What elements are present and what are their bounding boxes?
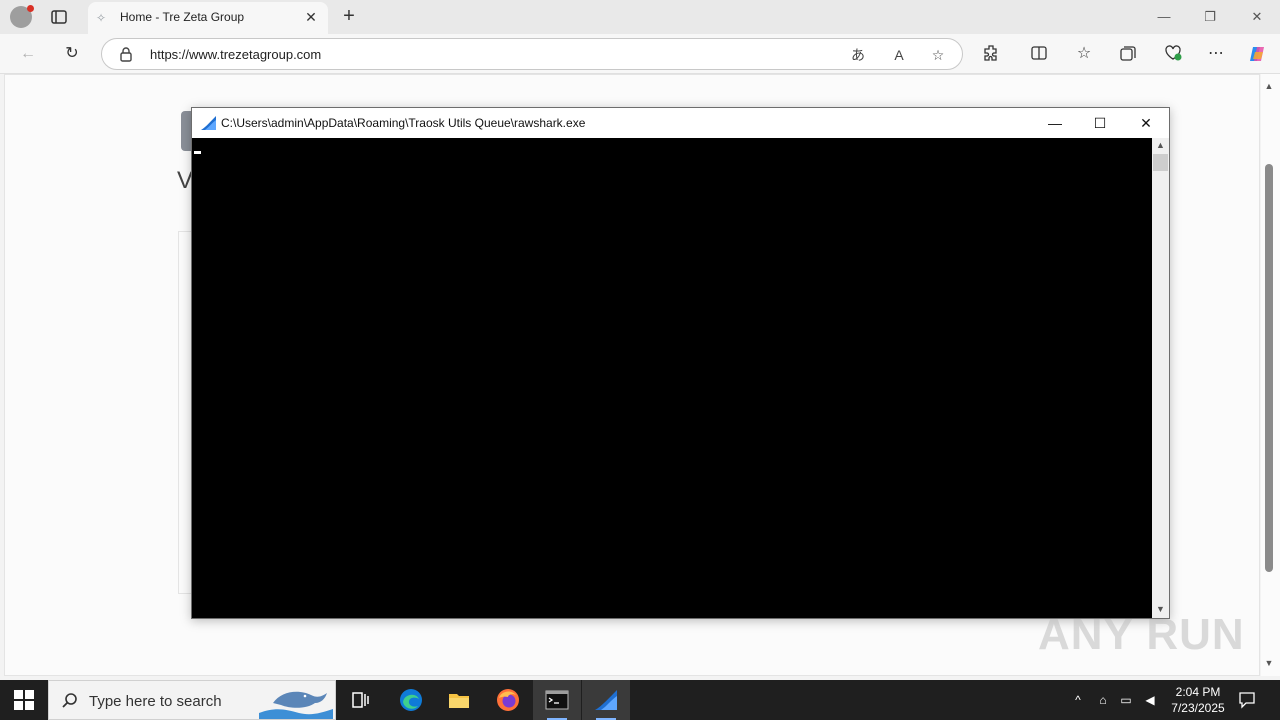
tray-chevron-up-icon[interactable]: ^ — [1070, 692, 1086, 708]
tray-device-icon[interactable]: ⌂ — [1095, 692, 1111, 708]
search-icon — [61, 692, 79, 710]
console-close-icon[interactable]: ✕ — [1135, 113, 1157, 133]
clock-time: 2:04 PM — [1175, 685, 1221, 699]
tab-favicon-icon: ✧ — [96, 11, 107, 25]
copilot-icon[interactable] — [1247, 44, 1267, 64]
console-output-area[interactable] — [192, 138, 1152, 618]
read-aloud-icon[interactable]: A — [889, 45, 909, 65]
taskbar: Type here to search ^ ⌂ ▭ ◀ 2:04 PM 7/23… — [0, 680, 1280, 720]
collections-icon[interactable] — [1118, 44, 1138, 64]
anyrun-watermark: ANY RUN — [1038, 610, 1245, 659]
network-icon[interactable]: ▭ — [1118, 692, 1134, 708]
taskbar-search-box[interactable]: Type here to search — [48, 680, 336, 720]
text-cursor — [194, 151, 201, 154]
tab-close-icon[interactable]: ✕ — [302, 8, 320, 26]
console-scrollbar[interactable]: ▲ ▼ — [1152, 138, 1169, 618]
favorites-icon[interactable]: ☆ — [1074, 44, 1094, 64]
clock-date: 7/23/2025 — [1171, 701, 1225, 715]
extensions-icon[interactable] — [981, 44, 1001, 64]
restore-icon[interactable]: ❐ — [1201, 8, 1219, 26]
more-options-icon[interactable]: ⋯ — [1206, 44, 1226, 64]
console-scroll-thumb[interactable] — [1153, 154, 1168, 171]
console-title-bar[interactable]: C:\Users\admin\AppData\Roaming\Traosk Ut… — [192, 108, 1169, 138]
tab-title: Home - Tre Zeta Group — [120, 10, 245, 24]
browser-toolbar: ← ↻ https://www.trezetagroup.com あ A ☆ ☆… — [0, 34, 1280, 74]
console-scroll-up-icon[interactable]: ▲ — [1152, 138, 1169, 152]
console-window[interactable]: C:\Users\admin\AppData\Roaming\Traosk Ut… — [191, 107, 1170, 619]
firefox-icon[interactable] — [484, 680, 532, 720]
url-text[interactable]: https://www.trezetagroup.com — [150, 47, 321, 62]
volume-icon[interactable]: ◀ — [1142, 692, 1158, 708]
new-tab-button[interactable]: + — [338, 5, 360, 27]
favorite-star-icon[interactable]: ☆ — [928, 45, 948, 65]
console-title: C:\Users\admin\AppData\Roaming\Traosk Ut… — [221, 116, 586, 130]
notifications-icon[interactable] — [1238, 691, 1256, 709]
browser-tab[interactable]: ✧ Home - Tre Zeta Group ✕ — [88, 2, 328, 34]
scroll-down-icon[interactable]: ▼ — [1263, 657, 1275, 669]
refresh-icon[interactable]: ↻ — [62, 44, 82, 64]
rawshark-taskbar-icon[interactable] — [582, 680, 630, 720]
console-maximize-icon[interactable]: ☐ — [1089, 113, 1111, 133]
page-scrollbar[interactable]: ▲ ▼ — [1261, 74, 1280, 676]
search-highlight-dolphin-icon — [255, 683, 335, 719]
search-placeholder: Type here to search — [89, 693, 222, 710]
address-bar[interactable]: https://www.trezetagroup.com あ A ☆ — [101, 38, 963, 70]
edge-taskbar-icon[interactable] — [387, 680, 435, 720]
translate-icon[interactable]: あ — [848, 45, 868, 65]
lock-icon[interactable] — [118, 46, 134, 62]
page-scroll-thumb[interactable] — [1265, 164, 1273, 572]
system-clock[interactable]: 2:04 PM 7/23/2025 — [1162, 684, 1234, 716]
console-minimize-icon[interactable]: — — [1044, 113, 1066, 133]
close-icon[interactable]: ✕ — [1248, 8, 1266, 26]
shark-fin-icon — [200, 115, 217, 131]
split-screen-icon[interactable] — [1029, 44, 1049, 64]
task-view-icon[interactable] — [336, 680, 384, 720]
profile-notification-dot — [27, 5, 34, 12]
browser-tab-strip: ✧ Home - Tre Zeta Group ✕ + — ❐ ✕ — [0, 0, 1280, 34]
minimize-icon[interactable]: — — [1155, 8, 1173, 26]
windows-start-icon[interactable] — [14, 690, 34, 710]
browser-essentials-icon[interactable] — [1163, 44, 1183, 64]
scroll-up-icon[interactable]: ▲ — [1263, 80, 1275, 92]
tab-actions-icon[interactable] — [50, 8, 68, 26]
back-icon[interactable]: ← — [18, 44, 38, 64]
console-taskbar-icon[interactable] — [533, 680, 581, 720]
file-explorer-icon[interactable] — [435, 680, 483, 720]
